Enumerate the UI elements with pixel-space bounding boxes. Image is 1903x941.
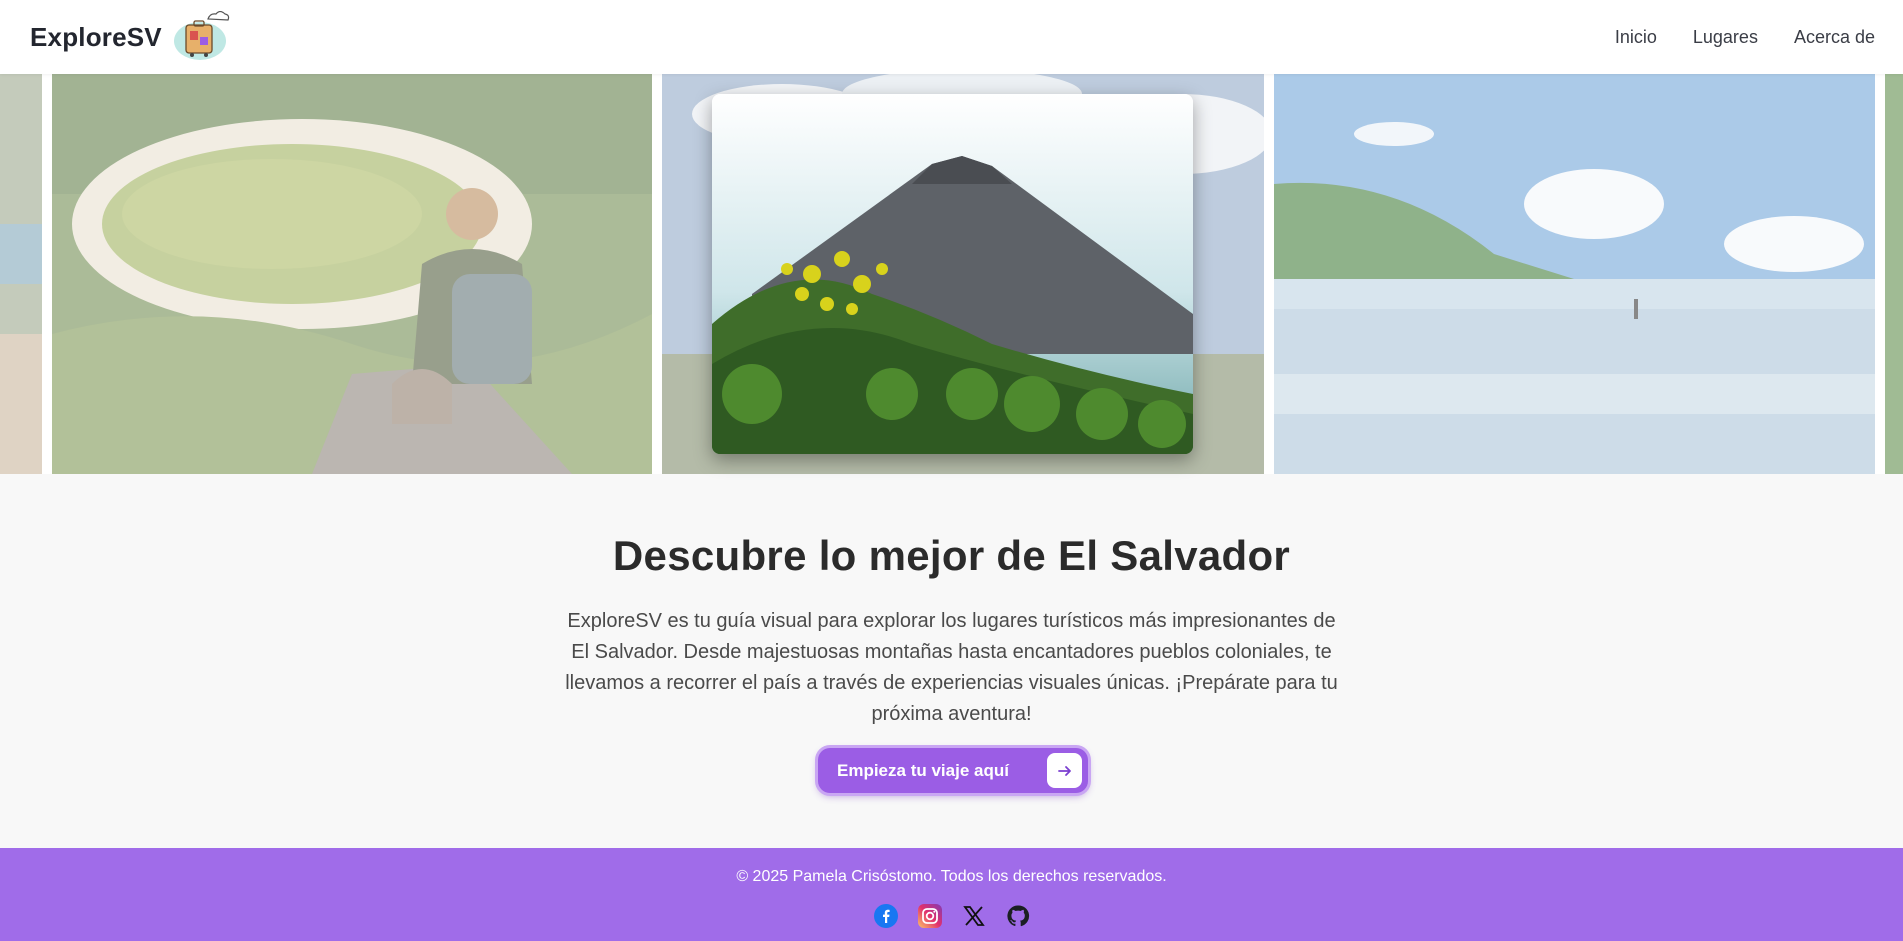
copyright-text: © 2025 Pamela Crisóstomo. Todos los dere… [736,868,1167,885]
github-icon[interactable] [1005,903,1031,929]
start-trip-button-label: Empieza tu viaje aquí [837,760,1009,780]
site-header: ExploreSV Inicio Lugares Acerca de [0,0,1903,74]
nav-acerca-de[interactable]: Acerca de [1794,27,1875,48]
social-links [0,903,1903,929]
nav-inicio[interactable]: Inicio [1615,27,1657,48]
nav-lugares[interactable]: Lugares [1693,27,1758,48]
featured-image-volcano[interactable] [712,94,1193,454]
hero-title: Descubre lo mejor de El Salvador [612,532,1291,579]
arrow-right-icon [1047,753,1082,788]
start-trip-button[interactable]: Empieza tu viaje aquí [818,748,1088,793]
brand[interactable]: ExploreSV [30,10,230,63]
carousel-slide-beach[interactable] [1274,74,1875,474]
instagram-icon[interactable] [917,903,943,929]
carousel-slide-edge-left[interactable] [0,74,42,474]
carousel-slide-edge-right[interactable] [1885,74,1903,474]
main-nav: Inicio Lugares Acerca de [1615,27,1875,48]
site-footer: © 2025 Pamela Crisóstomo. Todos los dere… [0,848,1903,941]
hero-description: ExploreSV es tu guía visual para explora… [565,610,1338,725]
brand-name[interactable]: ExploreSV [30,22,162,53]
carousel-slide-lagoon[interactable] [52,74,652,474]
suitcase-logo-icon [172,10,230,63]
facebook-icon[interactable] [873,903,899,929]
x-icon[interactable] [961,903,987,929]
hero-section: Descubre lo mejor de El Salvador Explore… [0,474,1903,848]
